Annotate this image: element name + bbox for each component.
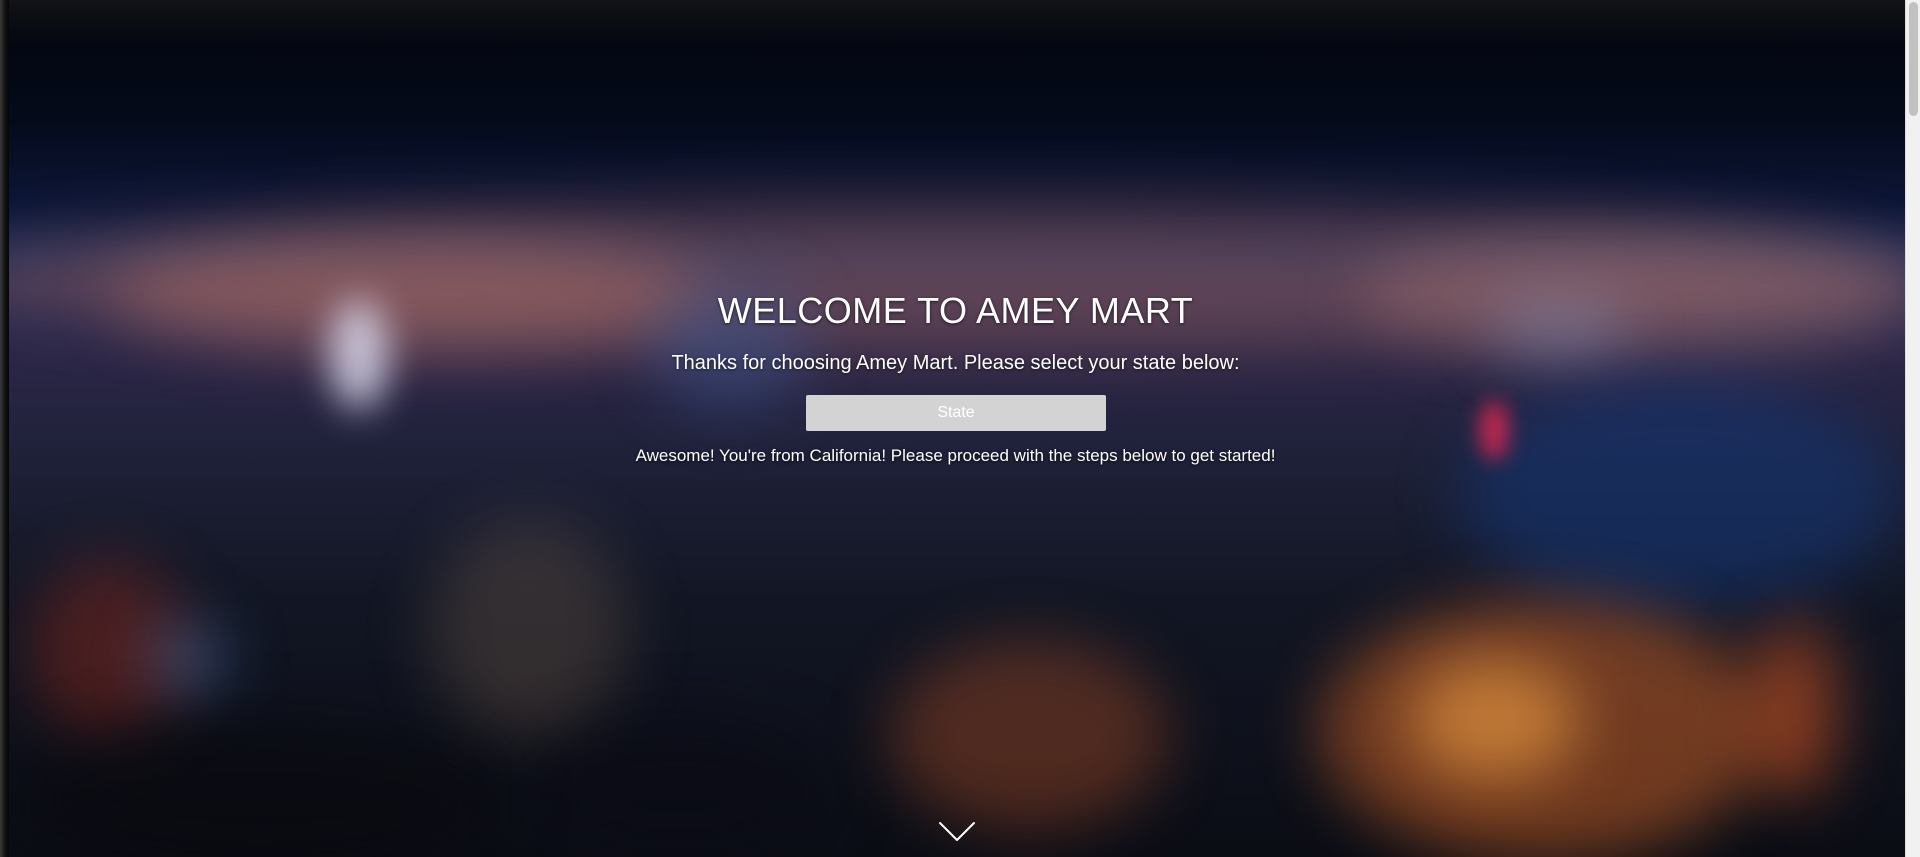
page: WELCOME TO AMEY MART Thanks for choosing… (0, 0, 1920, 857)
chevron-down-icon[interactable] (938, 820, 976, 844)
scrollbar-thumb[interactable] (1909, 2, 1918, 116)
page-subtitle: Thanks for choosing Amey Mart. Please se… (671, 352, 1240, 374)
page-title: WELCOME TO AMEY MART (717, 290, 1194, 331)
window-left-edge (0, 0, 9, 857)
state-select[interactable]: State (806, 395, 1106, 431)
hero-section: WELCOME TO AMEY MART Thanks for choosing… (9, 0, 1902, 857)
state-confirmation-message: Awesome! You're from California! Please … (635, 446, 1276, 465)
vertical-scrollbar[interactable] (1905, 0, 1920, 857)
